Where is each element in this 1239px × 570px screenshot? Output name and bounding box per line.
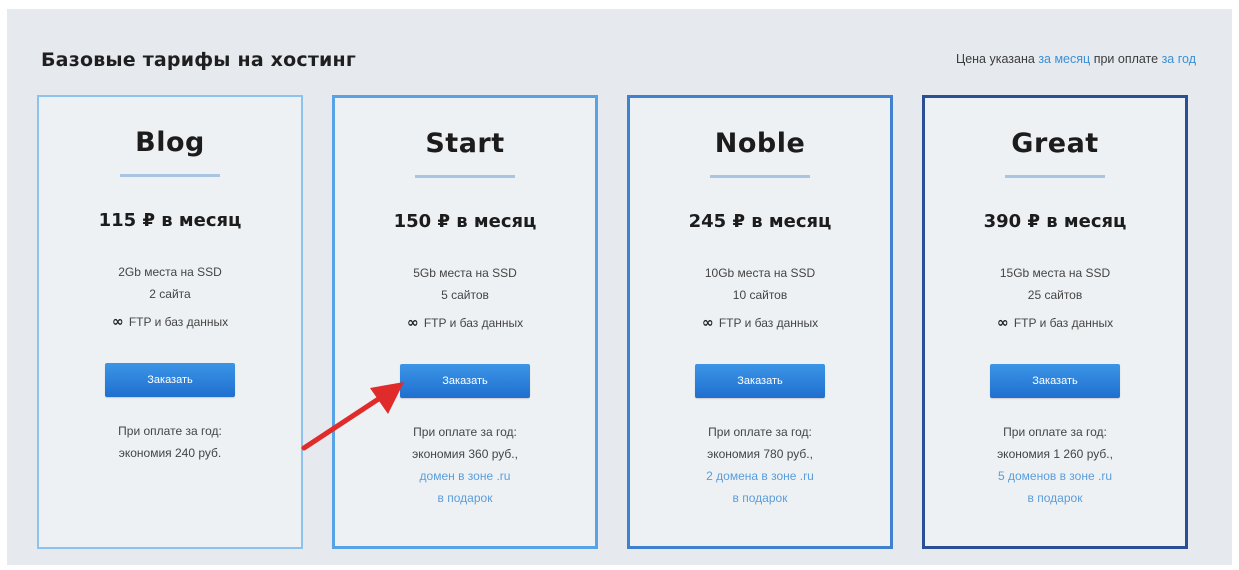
- plan-card-start: Start 150 ₽ в месяц 5Gb места на SSD 5 с…: [332, 95, 598, 549]
- plan-annual-note: При оплате за год:: [708, 425, 812, 439]
- plan-name-underline: [120, 174, 220, 177]
- plan-annual-savings: экономия 780 руб.,: [707, 447, 813, 461]
- plan-ftp-db: ∞ FTP и баз данных: [925, 315, 1185, 331]
- plan-ftp-db-label: FTP и баз данных: [718, 316, 819, 330]
- infinity-icon: ∞: [701, 315, 714, 331]
- order-button-great[interactable]: Заказать: [990, 364, 1120, 398]
- plan-annual-note: При оплате за год:: [1003, 425, 1107, 439]
- plan-price: 150 ₽ в месяц: [393, 211, 537, 232]
- plan-card-blog: Blog 115 ₽ в месяц 2Gb места на SSD 2 са…: [37, 95, 303, 549]
- plan-annual-savings: экономия 240 руб.: [118, 446, 222, 460]
- infinity-icon: ∞: [406, 315, 419, 331]
- page-title: Базовые тарифы на хостинг: [41, 49, 357, 71]
- plan-name: Blog: [135, 127, 205, 158]
- plan-price: 115 ₽ в месяц: [98, 210, 242, 231]
- plan-ftp-db: ∞ FTP и баз данных: [335, 315, 595, 331]
- plan-sites: 10 сайтов: [732, 288, 788, 302]
- order-button-start[interactable]: Заказать: [400, 364, 530, 398]
- plan-price: 245 ₽ в месяц: [688, 211, 832, 232]
- plan-sites: 25 сайтов: [1027, 288, 1083, 302]
- plan-annual-savings: экономия 1 260 руб.,: [997, 447, 1113, 461]
- plan-name: Noble: [714, 128, 806, 159]
- plan-domain-gift-link-line2[interactable]: в подарок: [630, 491, 890, 505]
- order-button-noble[interactable]: Заказать: [695, 364, 825, 398]
- per-year-link[interactable]: за год: [1162, 52, 1196, 66]
- infinity-icon: ∞: [111, 314, 124, 330]
- price-note: Цена указана за месяц при оплате за год: [956, 52, 1196, 66]
- plan-ftp-db-label: FTP и баз данных: [1013, 316, 1114, 330]
- plan-domain-gift-link-line2[interactable]: в подарок: [925, 491, 1185, 505]
- plan-sites: 5 сайтов: [441, 288, 489, 302]
- plan-name-underline: [710, 175, 810, 178]
- plan-price: 390 ₽ в месяц: [983, 211, 1127, 232]
- plan-domain-gift-link[interactable]: 5 доменов в зоне .ru: [925, 469, 1185, 483]
- plan-name: Great: [1011, 128, 1099, 159]
- plan-card-noble: Noble 245 ₽ в месяц 10Gb места на SSD 10…: [627, 95, 893, 549]
- plan-ftp-db: ∞ FTP и баз данных: [630, 315, 890, 331]
- per-month-link[interactable]: за месяц: [1038, 52, 1090, 66]
- plan-annual-note: При оплате за год:: [118, 424, 222, 438]
- plan-card-great: Great 390 ₽ в месяц 15Gb места на SSD 25…: [922, 95, 1188, 549]
- price-note-middle: при оплате: [1093, 52, 1159, 66]
- plan-name: Start: [425, 128, 505, 159]
- plan-storage: 5Gb места на SSD: [413, 266, 517, 280]
- plan-sites: 2 сайта: [149, 287, 191, 301]
- price-note-prefix: Цена указана: [955, 52, 1035, 66]
- red-arrow-icon: [301, 382, 404, 451]
- plan-storage: 2Gb места на SSD: [118, 265, 222, 279]
- plan-domain-gift-link[interactable]: домен в зоне .ru: [335, 469, 595, 483]
- plan-ftp-db-label: FTP и баз данных: [423, 316, 524, 330]
- plan-name-underline: [1005, 175, 1105, 178]
- plan-ftp-db: ∞ FTP и баз данных: [39, 314, 301, 330]
- plan-storage: 10Gb места на SSD: [704, 266, 816, 280]
- plan-domain-gift-link[interactable]: 2 домена в зоне .ru: [630, 469, 890, 483]
- infinity-icon: ∞: [996, 315, 1009, 331]
- plan-ftp-db-label: FTP и баз данных: [128, 315, 229, 329]
- plan-name-underline: [415, 175, 515, 178]
- plan-storage: 15Gb места на SSD: [999, 266, 1111, 280]
- plan-domain-gift-link-line2[interactable]: в подарок: [335, 491, 595, 505]
- order-button-blog[interactable]: Заказать: [105, 363, 235, 397]
